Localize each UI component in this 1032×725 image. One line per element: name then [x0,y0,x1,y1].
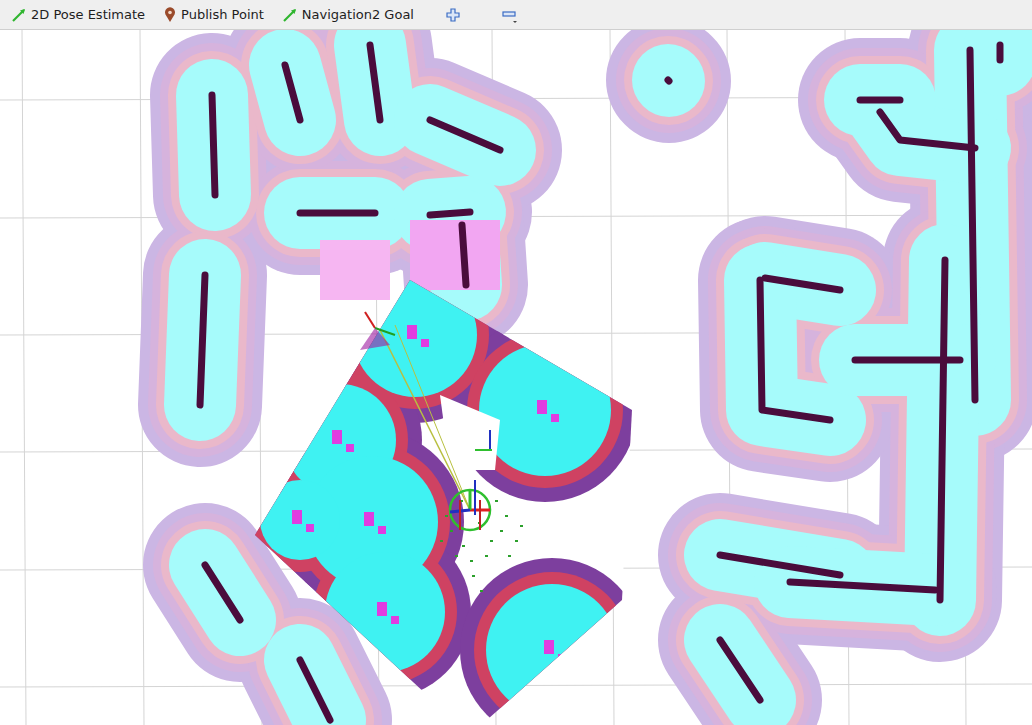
particle-cloud [440,500,523,592]
wall [720,640,760,700]
zoom-in-icon [445,7,461,23]
toolbar: 2D Pose EstimatePublish PointNavigation2… [0,0,1032,30]
wall [200,275,205,405]
zoom-in-button[interactable] [433,5,473,25]
zoom-out-button[interactable] [489,4,529,26]
arrow-icon [282,7,298,23]
wall [760,280,830,420]
wall [205,565,240,620]
planned-path [380,325,470,510]
global-costmap [200,45,1000,720]
arrow-icon [11,7,27,23]
tool-button[interactable]: Navigation2 Goal [275,2,421,28]
wall [860,97,900,104]
wall [285,65,300,120]
wall [430,212,470,215]
wall [300,660,330,720]
tool-button[interactable]: Publish Point [156,2,271,28]
wall [997,45,1004,60]
wall [880,112,975,148]
wall [720,555,840,575]
robot-marker [450,430,492,530]
tool-button[interactable]: 2D Pose Estimate [4,2,152,28]
wall [370,45,380,120]
rviz-window: 2D Pose EstimatePublish PointNavigation2… [0,0,1032,725]
wall [212,95,215,195]
zoom-out-icon [501,6,517,24]
wall [668,80,669,81]
wall [462,225,466,285]
local-costmap [234,247,644,725]
wall [855,357,960,364]
wall [300,210,375,217]
wall [765,278,840,290]
render-view[interactable] [0,30,1032,725]
wall [790,582,935,590]
goal-marker [360,312,395,350]
grid [0,30,1032,725]
map-canvas[interactable] [0,30,1032,725]
wall [970,50,975,400]
wall [430,120,500,150]
wall [940,260,945,600]
pin-icon [163,7,177,23]
